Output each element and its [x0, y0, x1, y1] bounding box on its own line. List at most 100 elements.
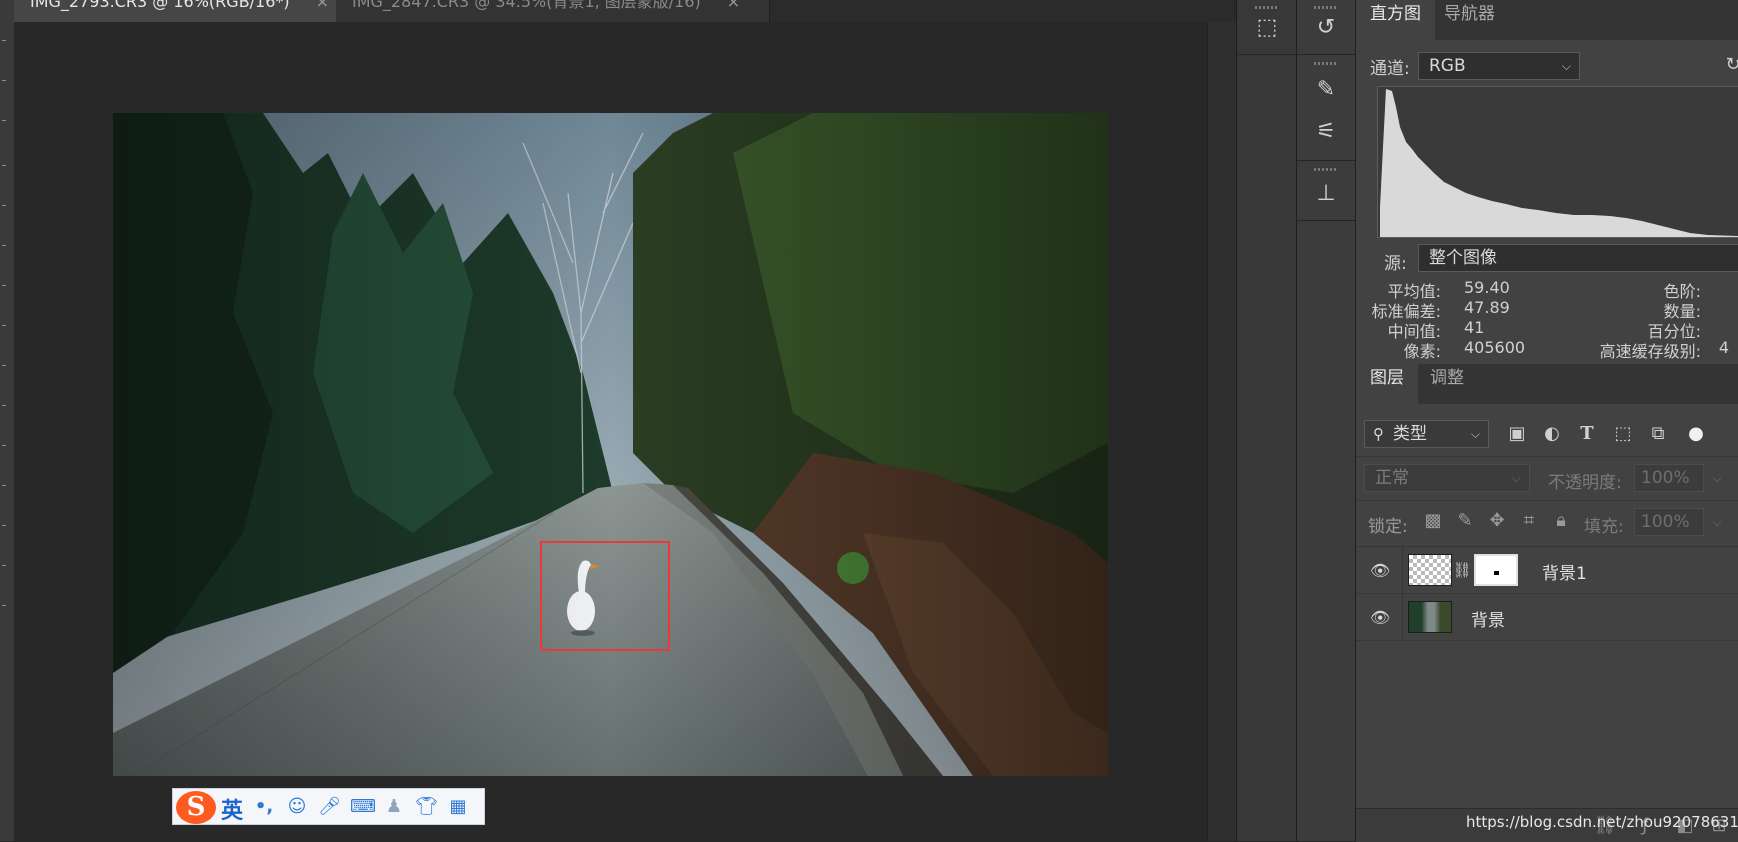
link-chain-icon[interactable]: ⛓ [1452, 557, 1472, 583]
tab-label: IMG_2793.CR3 @ 16%(RGB/16*) [30, 0, 290, 11]
keyboard-icon[interactable]: ⌨ [350, 796, 376, 818]
filter-adjustment-icon[interactable]: ◐ [1539, 421, 1565, 447]
lock-label: 锁定: [1368, 517, 1408, 537]
lock-artboard-icon[interactable]: ⌗ [1516, 508, 1542, 534]
right-panel: 直方图 导航器 通道: RGB ⌵ ↻ ⚠ 源: 整个图像 平均值: 59.40… [1355, 0, 1738, 842]
emoji-icon[interactable]: ☺ [286, 796, 308, 818]
channel-select[interactable]: RGB ⌵ [1418, 52, 1580, 80]
chevron-down-icon[interactable]: ⌵ [1704, 509, 1730, 535]
search-icon: ⚲ [1373, 425, 1384, 443]
filter-shape-icon[interactable]: ⬚ [1610, 421, 1636, 447]
lock-transparent-icon[interactable]: ▩ [1420, 508, 1446, 534]
vertical-scrollbar[interactable] [1207, 22, 1236, 841]
chevron-down-icon[interactable]: ⌵ [1704, 465, 1730, 491]
visibility-eye-icon[interactable]: 👁︎ [1370, 608, 1390, 627]
opacity-value: 100% [1641, 468, 1690, 488]
document-image[interactable] [113, 113, 1108, 776]
history-icon[interactable]: ↺ [1306, 10, 1346, 46]
visibility-eye-icon[interactable]: 👁︎ [1370, 561, 1390, 580]
tab-document-1[interactable]: IMG_2793.CR3 @ 16%(RGB/16*) × [14, 0, 336, 22]
close-icon[interactable]: × [316, 0, 329, 11]
layer-thumbnail[interactable] [1408, 554, 1452, 586]
tab-histogram[interactable]: 直方图 [1356, 0, 1435, 40]
blend-mode-select[interactable]: 正常 ⌵ [1364, 464, 1530, 492]
lock-move-icon[interactable]: ✥ [1484, 508, 1510, 534]
source-value: 整个图像 [1429, 248, 1497, 268]
panel-strip-2: ↺ ✎ ⚟ ⊥ [1296, 0, 1356, 841]
tab-document-2[interactable]: IMG_2847.CR3 @ 34.5%(背景1, 图层蒙版/16) × [336, 0, 770, 22]
microphone-icon[interactable]: 🎤︎ [318, 796, 341, 818]
ime-toolbar[interactable]: S 英 •, ☺ 🎤︎ ⌨ ♟ 👕︎ ▦ [172, 788, 485, 825]
filter-smartobject-icon[interactable]: ⧉ [1645, 421, 1671, 447]
chevron-down-icon: ⌵ [1470, 427, 1480, 441]
panel-grip[interactable] [1255, 6, 1279, 9]
channel-label: 通道: [1370, 59, 1410, 79]
forest-road-photo [113, 113, 1108, 776]
chevron-down-icon: ⌵ [1561, 59, 1571, 73]
filter-pixel-icon[interactable]: ▣ [1504, 421, 1530, 447]
divider [1356, 456, 1738, 457]
watermark-url: https://blog.csdn.net/zhou920786312 [1466, 813, 1738, 831]
fill-input[interactable]: 100% [1634, 508, 1704, 536]
brush-settings-icon[interactable]: ✎ [1306, 72, 1346, 108]
filter-value: 类型 [1393, 424, 1427, 444]
lock-paint-icon[interactable]: ✎ [1452, 508, 1478, 534]
fill-value: 100% [1641, 512, 1690, 532]
histogram-graph [1377, 86, 1738, 238]
layers-tab-row: 图层 调整 [1356, 364, 1738, 404]
punctuation-icon[interactable]: •, [253, 796, 275, 818]
layer-name[interactable]: 背景1 [1542, 559, 1587, 584]
fill-label: 填充: [1584, 517, 1624, 537]
user-icon[interactable]: ♟ [383, 796, 405, 818]
filter-toggle-icon[interactable]: ● [1683, 421, 1709, 447]
panel-grip[interactable] [1314, 168, 1338, 171]
opacity-input[interactable]: 100% [1634, 464, 1704, 492]
blend-mode-value: 正常 [1375, 468, 1409, 488]
sogou-logo-icon[interactable]: S [176, 791, 216, 824]
toolbox-grid-icon[interactable]: ▦ [447, 796, 469, 818]
tab-navigator[interactable]: 导航器 [1430, 0, 1509, 40]
panel-grip[interactable] [1314, 62, 1338, 65]
3d-icon[interactable]: ⬚ [1247, 10, 1287, 46]
stat-mean-value: 59.40 [1464, 278, 1510, 297]
lock-all-icon[interactable]: 🔒︎ [1548, 508, 1574, 534]
divider [1297, 160, 1356, 161]
close-icon[interactable]: × [727, 0, 740, 11]
tab-layers[interactable]: 图层 [1356, 364, 1418, 404]
divider [1356, 500, 1738, 501]
tab-adjustments[interactable]: 调整 [1416, 364, 1478, 404]
stat-cache-value: 4 [1718, 338, 1729, 357]
tab-label: IMG_2847.CR3 @ 34.5%(背景1, 图层蒙版/16) [352, 0, 701, 11]
mask-dot [1494, 571, 1499, 575]
document-tab-bar: IMG_2793.CR3 @ 16%(RGB/16*) × IMG_2847.CR… [14, 0, 1234, 22]
divider [1297, 220, 1356, 221]
stat-pixels-label: 像素: [1403, 342, 1441, 361]
source-select[interactable]: 整个图像 [1418, 244, 1738, 272]
refresh-icon[interactable]: ↻ [1720, 52, 1738, 78]
layer-mask-thumbnail[interactable] [1474, 554, 1518, 586]
skin-shirt-icon[interactable]: 👕︎ [415, 796, 438, 818]
layer-filter-select[interactable]: ⚲ 类型 ⌵ [1364, 420, 1489, 448]
panel-strip-1: ⬚ [1236, 0, 1297, 841]
channel-value: RGB [1429, 56, 1466, 76]
tool-presets-icon[interactable]: ⚟ [1306, 114, 1346, 150]
layer-name[interactable]: 背景 [1471, 606, 1505, 631]
layer-thumbnail[interactable] [1408, 601, 1452, 633]
ime-mode[interactable]: 英 [221, 793, 243, 825]
stat-median-value: 41 [1464, 318, 1485, 337]
clone-source-icon[interactable]: ⊥ [1306, 176, 1346, 212]
layer-row-bg[interactable]: 👁︎ 背景 [1356, 594, 1738, 641]
divider [1402, 547, 1403, 593]
stat-stddev-value: 47.89 [1464, 298, 1510, 317]
source-label: 源: [1384, 254, 1407, 274]
opacity-label: 不透明度: [1548, 473, 1622, 493]
filter-type-icon[interactable]: T [1574, 421, 1600, 447]
selection-rectangle[interactable] [540, 541, 670, 651]
layer-row-bg1[interactable]: 👁︎ ⛓ 背景1 [1356, 547, 1738, 594]
panel-grip[interactable] [1314, 6, 1338, 9]
divider [1297, 54, 1356, 55]
stat-cache-label: 高速缓存级别: [1599, 342, 1701, 361]
divider [1237, 54, 1297, 55]
stat-pixels-value: 405600 [1464, 338, 1526, 357]
chevron-down-icon: ⌵ [1511, 471, 1521, 485]
